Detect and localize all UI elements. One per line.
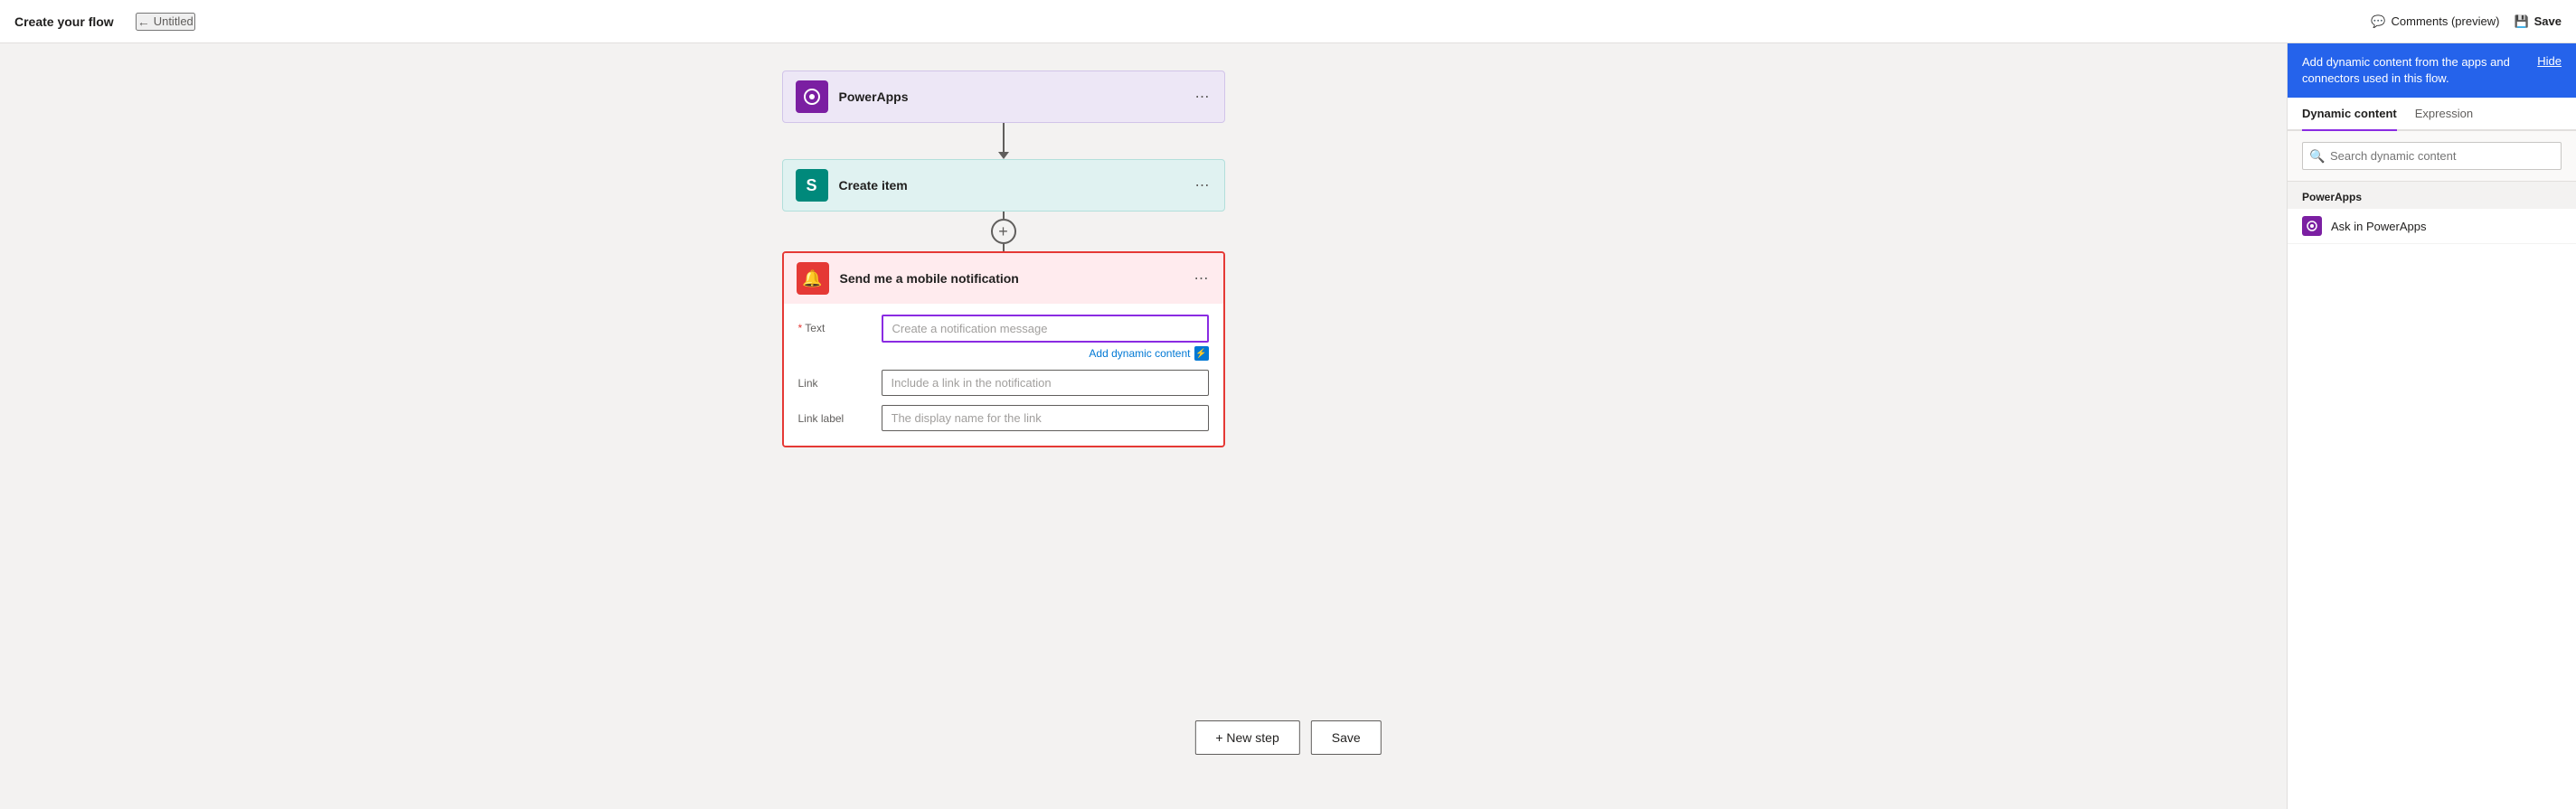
dynamic-section-powerapps: PowerApps: [2288, 182, 2576, 209]
dynamic-tabs: Dynamic content Expression: [2288, 98, 2576, 131]
flow-container: PowerApps ⋯ S Create item ⋯ + 🔔: [782, 71, 1225, 447]
hide-panel-button[interactable]: Hide: [2537, 54, 2562, 68]
save-icon: 💾: [2514, 14, 2528, 29]
bottom-buttons: + New step Save: [1194, 720, 1381, 755]
notification-header: 🔔 Send me a mobile notification ⋯: [784, 253, 1223, 304]
link-label-field-wrap: [882, 405, 1209, 431]
powerapps-title: PowerApps: [839, 89, 1184, 104]
search-input-wrap: 🔍: [2302, 142, 2562, 170]
text-field-row: * Text Add dynamic content ⚡: [798, 315, 1209, 361]
connector-1: [998, 123, 1009, 159]
page-title: Create your flow: [14, 14, 114, 29]
link-field-input[interactable]: [882, 370, 1209, 396]
notification-title: Send me a mobile notification: [840, 271, 1184, 286]
powerapps-more-button[interactable]: ⋯: [1195, 88, 1212, 106]
create-item-more-button[interactable]: ⋯: [1195, 176, 1212, 194]
text-field-wrap: Add dynamic content ⚡: [882, 315, 1209, 361]
add-step-button[interactable]: +: [991, 219, 1016, 244]
search-icon: 🔍: [2309, 148, 2325, 164]
add-dynamic-link[interactable]: Add dynamic content ⚡: [882, 346, 1209, 361]
dynamic-search-input[interactable]: [2302, 142, 2562, 170]
step-notification[interactable]: 🔔 Send me a mobile notification ⋯ * Text…: [782, 251, 1225, 447]
link-field-row: Link: [798, 370, 1209, 396]
dynamic-item-ask-in-powerapps[interactable]: Ask in PowerApps: [2288, 209, 2576, 244]
back-button[interactable]: ← Untitled: [136, 13, 195, 31]
tab-dynamic-content[interactable]: Dynamic content: [2302, 98, 2397, 131]
breadcrumb-label: Untitled: [154, 14, 193, 28]
flow-canvas: PowerApps ⋯ S Create item ⋯ + 🔔: [0, 43, 2576, 809]
notification-body: * Text Add dynamic content ⚡ Link: [784, 304, 1223, 446]
comments-label: Comments (preview): [2392, 14, 2500, 28]
plus-line-top: [1003, 212, 1005, 219]
new-step-button[interactable]: + New step: [1194, 720, 1299, 755]
link-field-label: Link: [798, 370, 871, 390]
dynamic-panel: Add dynamic content from the apps and co…: [2287, 43, 2576, 809]
ask-powerapps-label: Ask in PowerApps: [2331, 220, 2427, 233]
add-dynamic-icon: ⚡: [1194, 346, 1209, 361]
text-field-input[interactable]: [882, 315, 1209, 343]
tab-expression[interactable]: Expression: [2415, 98, 2473, 131]
text-field-label: * Text: [798, 315, 871, 334]
comments-button[interactable]: 💬 Comments (preview): [2371, 14, 2499, 29]
step-powerapps[interactable]: PowerApps ⋯: [782, 71, 1225, 123]
plus-connector: +: [991, 212, 1016, 251]
notification-more-button[interactable]: ⋯: [1194, 269, 1211, 287]
create-item-icon: S: [796, 169, 828, 202]
add-dynamic-label: Add dynamic content: [1089, 347, 1190, 360]
top-bar-left: Create your flow ← Untitled: [14, 13, 195, 31]
arrow-head-1: [998, 152, 1009, 159]
back-arrow-icon: ←: [137, 14, 150, 29]
ask-powerapps-icon: [2302, 216, 2322, 236]
notification-icon: 🔔: [797, 262, 829, 295]
dynamic-search-wrap: 🔍: [2288, 131, 2576, 182]
new-step-label: + New step: [1215, 730, 1279, 745]
save-label: Save: [2534, 14, 2562, 28]
plus-line-bottom: [1003, 244, 1005, 251]
dynamic-panel-header: Add dynamic content from the apps and co…: [2288, 43, 2576, 98]
save-button[interactable]: 💾 Save: [2514, 14, 2562, 29]
top-bar: Create your flow ← Untitled 💬 Comments (…: [0, 0, 2576, 43]
powerapps-icon: [796, 80, 828, 113]
bottom-save-label: Save: [1332, 730, 1361, 745]
dynamic-panel-title: Add dynamic content from the apps and co…: [2302, 54, 2530, 87]
arrow-line-1: [1003, 123, 1005, 152]
link-field-wrap: [882, 370, 1209, 396]
link-label-field-input[interactable]: [882, 405, 1209, 431]
link-label-field-label: Link label: [798, 405, 871, 425]
link-label-field-row: Link label: [798, 405, 1209, 431]
create-item-title: Create item: [839, 178, 1184, 193]
top-bar-right: 💬 Comments (preview) 💾 Save: [2371, 14, 2562, 29]
step-create-item[interactable]: S Create item ⋯: [782, 159, 1225, 212]
comment-icon: 💬: [2371, 14, 2385, 29]
bottom-save-button[interactable]: Save: [1311, 720, 1382, 755]
